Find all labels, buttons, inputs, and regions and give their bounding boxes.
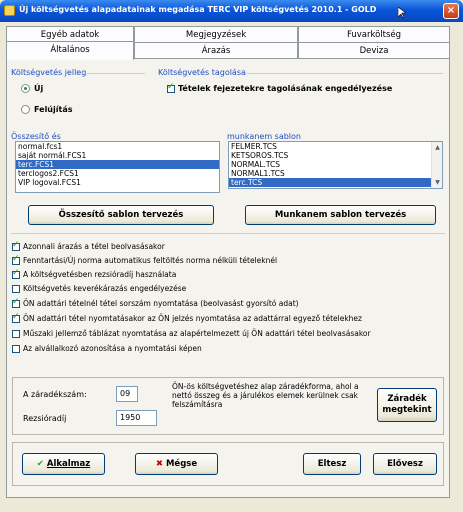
munkanem-sablon-button[interactable]: Munkanem sablon tervezés — [245, 205, 436, 225]
option-checkbox[interactable] — [12, 329, 20, 338]
tab-megjegyzesek[interactable]: Megjegyzések — [134, 26, 298, 43]
tab-panel-altalanos: Költségvetés jelleg Új Felújítás Költség… — [6, 58, 450, 498]
zaradekszam-label: A záradékszám: — [23, 390, 87, 399]
osszesito-item-selected[interactable]: terc.FCS1 — [16, 160, 219, 169]
munkanem-item[interactable]: KETSOROS.TCS — [229, 151, 442, 160]
osszesito-item[interactable]: normal.fcs1 — [16, 142, 219, 151]
munkanem-item[interactable]: FELMER.TCS — [229, 142, 442, 151]
option-checkbox[interactable] — [12, 284, 20, 293]
tagolas-group-line — [247, 73, 443, 74]
zaradekszam-input[interactable]: 09 — [116, 386, 138, 402]
osszesito-label: Összesítő és — [11, 132, 61, 141]
option-row[interactable]: Műszaki jellemző táblázat nyomtatása az … — [12, 329, 371, 338]
rezsioradij-input[interactable]: 1950 — [116, 410, 157, 426]
option-checkbox[interactable] — [12, 268, 20, 279]
zaradek-megtekint-button[interactable]: Záradék megtekint — [377, 388, 437, 422]
option-label: Műszaki jellemző táblázat nyomtatása az … — [23, 329, 371, 338]
option-checkbox[interactable] — [12, 344, 20, 353]
option-row[interactable]: Az alvállalkozó azonosítása a nyomtatási… — [12, 344, 202, 353]
option-label: Költségvetés keverékárazás engedélyezése — [23, 284, 187, 293]
option-label: Fenntartási/Új norma automatikus feltölt… — [23, 256, 278, 265]
osszesito-sablon-button[interactable]: Összesítő sablon tervezés — [28, 205, 214, 225]
radio-label-uj: Új — [34, 84, 44, 93]
elovesz-button[interactable]: Elővesz — [373, 453, 437, 475]
osszesito-item[interactable]: VIP logoval.FCS1 — [16, 178, 219, 187]
eltesz-button[interactable]: Eltesz — [303, 453, 361, 475]
cancel-button-label: Mégse — [165, 459, 198, 469]
close-button[interactable]: × — [443, 3, 459, 19]
cancel-x-icon: ✖ — [155, 459, 163, 469]
osszesito-listbox[interactable]: normal.fcs1 saját normál.FCS1 terc.FCS1 … — [15, 141, 220, 193]
tab-fuvarkoltseg[interactable]: Fuvarköltség — [298, 26, 450, 43]
jelleg-group-title: Költségvetés jelleg — [11, 68, 87, 77]
option-label: Azonnali árazás a tétel beolvasásakor — [23, 242, 165, 251]
option-row[interactable]: ÖN adattári tételnél tétel sorszám nyomt… — [12, 297, 299, 308]
cancel-button[interactable]: ✖ Mégse — [135, 453, 218, 475]
tagolas-checkbox[interactable] — [167, 82, 175, 93]
option-checkbox[interactable] — [12, 297, 20, 308]
munkanem-scrollbar[interactable]: ▲ ▼ — [431, 142, 442, 188]
tab-deviza[interactable]: Deviza — [298, 42, 450, 59]
footer-button-box: ✔ Alkalmaz ✖ Mégse Eltesz Elővesz — [12, 442, 444, 486]
osszesito-item[interactable]: terclogos2.FCS1 — [16, 169, 219, 178]
radio-uj[interactable]: Új — [21, 84, 43, 93]
osszesito-item[interactable]: saját normál.FCS1 — [16, 151, 219, 160]
radio-dot-uj[interactable] — [21, 84, 30, 93]
check-icon: ✔ — [36, 459, 44, 469]
window-title: Új költségvetés alapadatainak megadása T… — [19, 5, 377, 14]
divider — [11, 233, 445, 234]
scroll-down-icon[interactable]: ▼ — [433, 178, 442, 187]
zaradek-info-text: ÖN-ös költségvetéshez alap záradékforma,… — [172, 382, 359, 409]
option-row[interactable]: Költségvetés keverékárazás engedélyezése — [12, 284, 186, 293]
option-row[interactable]: Fenntartási/Új norma automatikus feltölt… — [12, 254, 278, 265]
tagolas-checkbox-row[interactable]: Tételek fejezetekre tagolásának engedély… — [167, 82, 393, 93]
option-row[interactable]: ÖN adattári tétel nyomtatásakor az ÖN je… — [12, 312, 362, 323]
zaradek-box: A záradékszám: 09 Rezsióradíj 1950 ÖN-ös… — [12, 377, 444, 435]
tagolas-checkbox-label: Tételek fejezetekre tagolásának engedély… — [178, 84, 393, 93]
munkanem-item[interactable]: NORMAL.TCS — [229, 160, 442, 169]
rezsioradij-label: Rezsióradíj — [23, 414, 67, 423]
option-checkbox[interactable] — [12, 312, 20, 323]
option-label: Az alvállalkozó azonosítása a nyomtatási… — [23, 344, 202, 353]
munkanem-listbox[interactable]: FELMER.TCS KETSOROS.TCS NORMAL.TCS NORMA… — [228, 141, 443, 189]
scroll-up-icon[interactable]: ▲ — [433, 143, 442, 152]
app-icon — [4, 5, 15, 16]
mouse-cursor-icon — [398, 7, 406, 19]
radio-label-felujitas: Felújítás — [34, 105, 73, 114]
option-row[interactable]: A költségvetésben rezsióradíj használata — [12, 268, 177, 279]
munkanem-item-selected[interactable]: terc.TCS — [229, 178, 431, 187]
title-bar: Új költségvetés alapadatainak megadása T… — [0, 0, 463, 22]
radio-dot-felujitas[interactable] — [21, 105, 30, 114]
option-label: ÖN adattári tétel nyomtatásakor az ÖN je… — [23, 314, 362, 323]
jelleg-group-line — [87, 73, 145, 74]
apply-button-label: Alkalmaz — [46, 459, 91, 469]
option-row[interactable]: Azonnali árazás a tétel beolvasásakor — [12, 240, 165, 251]
munkanem-item[interactable]: NORMAL1.TCS — [229, 169, 442, 178]
option-label: A költségvetésben rezsióradíj használata — [23, 270, 177, 279]
tab-altalanos[interactable]: Általános — [6, 41, 134, 60]
apply-button[interactable]: ✔ Alkalmaz — [22, 453, 105, 475]
radio-felujitas[interactable]: Felújítás — [21, 105, 72, 114]
tab-arazas[interactable]: Árazás — [134, 42, 298, 59]
tagolas-group-title: Költségvetés tagolása — [158, 68, 246, 77]
munkanem-label: munkanem sablon — [227, 132, 301, 141]
option-label: ÖN adattári tételnél tétel sorszám nyomt… — [23, 299, 299, 308]
option-checkbox[interactable] — [12, 240, 20, 251]
option-checkbox[interactable] — [12, 254, 20, 265]
